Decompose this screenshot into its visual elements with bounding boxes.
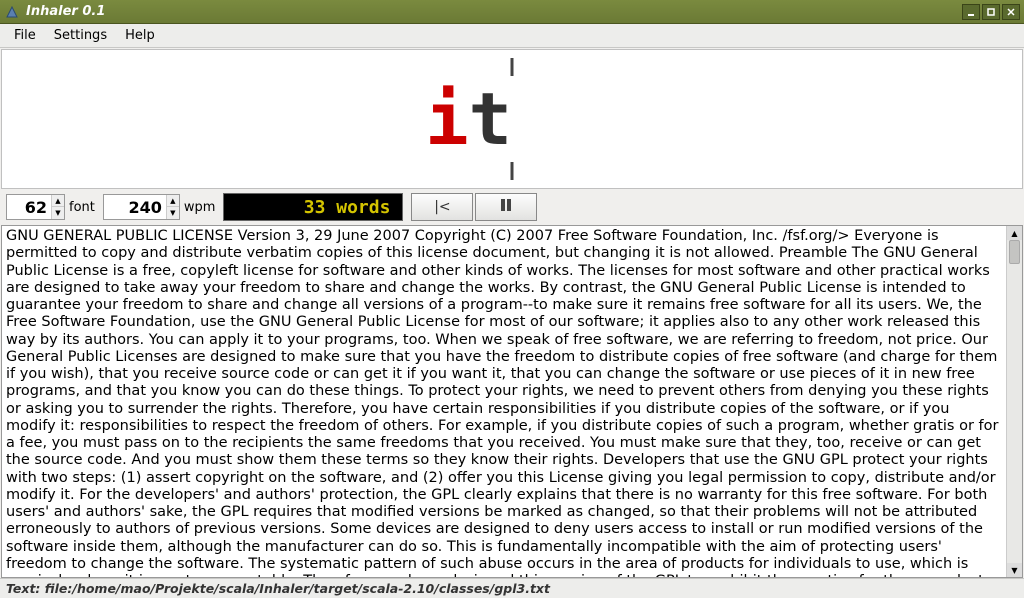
- scrollbar-thumb[interactable]: [1009, 240, 1020, 264]
- pause-icon: [500, 198, 512, 216]
- menubar: File Settings Help: [0, 24, 1024, 48]
- rewind-button[interactable]: |<: [411, 193, 473, 221]
- menu-file[interactable]: File: [6, 25, 44, 46]
- font-size-down[interactable]: ▼: [52, 207, 64, 219]
- maximize-button[interactable]: [982, 4, 1000, 20]
- scrollbar[interactable]: ▲ ▼: [1006, 226, 1022, 577]
- scroll-up-icon[interactable]: ▲: [1007, 226, 1022, 240]
- controls-row: ▲ ▼ font ▲ ▼ wpm 33 words |<: [0, 189, 1024, 225]
- font-size-input[interactable]: [7, 195, 51, 219]
- font-label: font: [69, 200, 95, 215]
- skip-back-icon: |<: [434, 199, 450, 215]
- wpm-down[interactable]: ▼: [167, 207, 179, 219]
- app-icon: [4, 4, 20, 20]
- reader-tick-bottom: [511, 162, 514, 180]
- minimize-button[interactable]: [962, 4, 980, 20]
- statusbar: Text: file:/home/mao/Projekte/scala/Inha…: [0, 578, 1024, 598]
- text-area-wrap: GNU GENERAL PUBLIC LICENSE Version 3, 29…: [1, 225, 1023, 578]
- wpm-up[interactable]: ▲: [167, 195, 179, 207]
- titlebar: Inhaler 0.1: [0, 0, 1024, 24]
- wpm-spinner[interactable]: ▲ ▼: [103, 194, 180, 220]
- wpm-group: ▲ ▼ wpm: [103, 194, 216, 220]
- scroll-down-icon[interactable]: ▼: [1007, 563, 1022, 577]
- font-size-group: ▲ ▼ font: [6, 194, 95, 220]
- menu-settings[interactable]: Settings: [46, 25, 115, 46]
- status-text: Text: file:/home/mao/Projekte/scala/Inha…: [6, 581, 550, 596]
- reader-word: it: [512, 77, 599, 161]
- menu-help[interactable]: Help: [117, 25, 163, 46]
- window-title: Inhaler 0.1: [26, 4, 962, 19]
- text-area[interactable]: GNU GENERAL PUBLIC LICENSE Version 3, 29…: [2, 226, 1006, 577]
- pause-button[interactable]: [475, 193, 537, 221]
- reader-tick-top: [511, 58, 514, 76]
- reader-pivot-char: i: [425, 77, 468, 161]
- close-button[interactable]: [1002, 4, 1020, 20]
- window-controls: [962, 4, 1020, 20]
- word-counter: 33 words: [223, 193, 403, 221]
- wpm-label: wpm: [184, 200, 216, 215]
- font-size-up[interactable]: ▲: [52, 195, 64, 207]
- font-size-spinner[interactable]: ▲ ▼: [6, 194, 65, 220]
- reader-area: it: [1, 49, 1023, 189]
- wpm-input[interactable]: [104, 195, 166, 219]
- reader-rest-chars: t: [469, 77, 512, 161]
- playback-controls: |<: [411, 193, 537, 221]
